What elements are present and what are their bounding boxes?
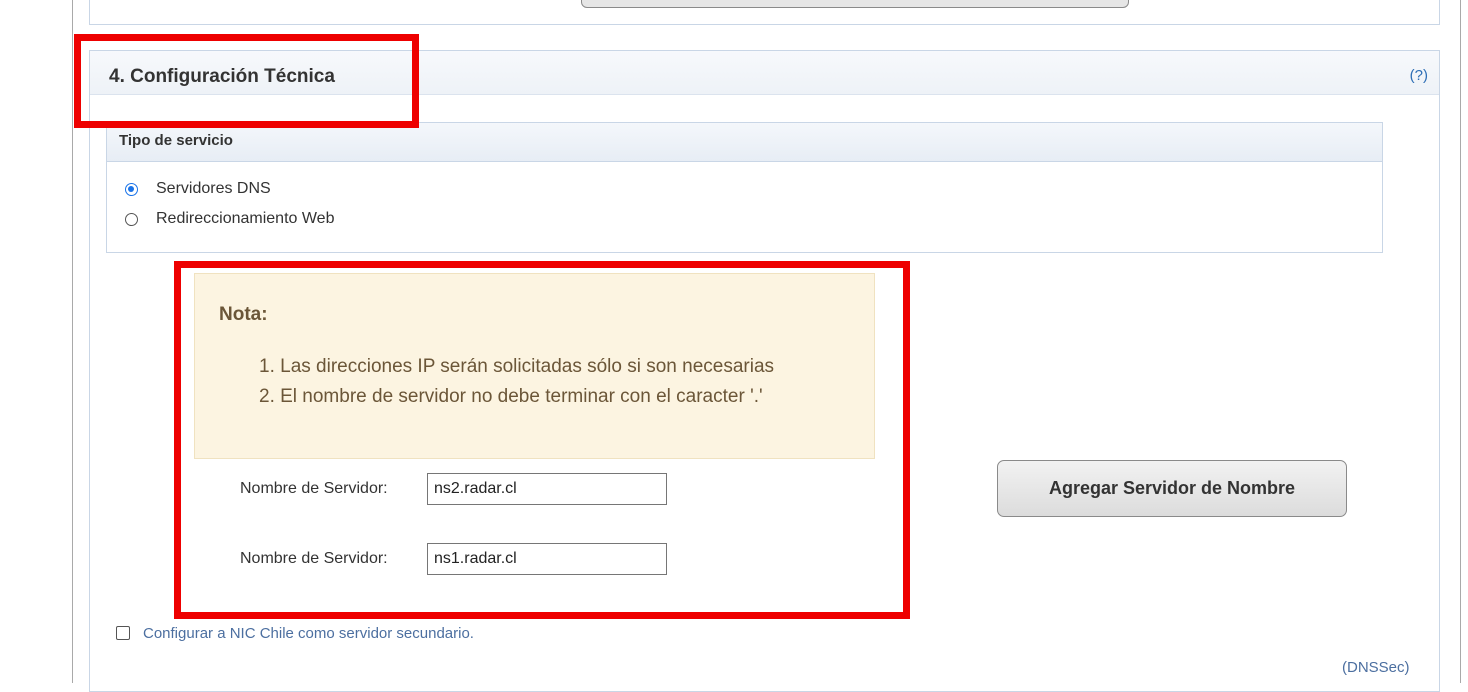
note-title: Nota: (219, 304, 268, 325)
note-list: 1. Las direcciones IP serán solicitadas … (195, 352, 774, 412)
previous-section-panel (89, 0, 1440, 25)
server-label: Nombre de Servidor: (240, 480, 388, 497)
radio-dns-servers[interactable] (125, 182, 138, 196)
add-name-server-button[interactable]: Agregar Servidor de Nombre (997, 460, 1347, 517)
note-item: 1. Las direcciones IP serán solicitadas … (259, 356, 775, 377)
secondary-server-label[interactable]: Configurar a NIC Chile como servidor sec… (143, 625, 474, 642)
note-item: 2. El nombre de servidor no debe termina… (259, 386, 763, 407)
service-type-box: Tipo de servicio Servidores DNS Redirecc… (106, 122, 1383, 253)
server-name-input[interactable] (427, 543, 667, 575)
server-row: Nombre de Servidor: (240, 542, 667, 576)
server-name-input[interactable] (427, 473, 667, 505)
server-label: Nombre de Servidor: (240, 550, 388, 567)
section-header: 4. Configuración Técnica (?) (90, 51, 1439, 95)
dnssec-link[interactable]: (DNSSec) (1342, 659, 1410, 676)
radio-option-web-redirect[interactable]: Redireccionamiento Web (125, 209, 334, 229)
previous-section-button[interactable] (581, 0, 1129, 8)
secondary-server-option[interactable]: Configurar a NIC Chile como servidor sec… (116, 624, 474, 642)
radio-label-web-redirect: Redireccionamiento Web (156, 210, 335, 227)
radio-option-dns[interactable]: Servidores DNS (125, 179, 271, 199)
radio-label-dns-servers: Servidores DNS (156, 180, 271, 197)
service-type-header: Tipo de servicio (107, 123, 1382, 162)
help-link[interactable]: (?) (1410, 67, 1428, 84)
radio-web-redirect[interactable] (125, 212, 138, 226)
section-title: 4. Configuración Técnica (109, 66, 335, 87)
note-box: Nota: 1. Las direcciones IP serán solici… (194, 273, 875, 459)
page-frame-right (1460, 0, 1461, 683)
service-type-title: Tipo de servicio (119, 132, 233, 149)
page-frame-left (72, 0, 73, 683)
secondary-server-checkbox[interactable] (116, 626, 130, 640)
server-row: Nombre de Servidor: (240, 472, 667, 506)
